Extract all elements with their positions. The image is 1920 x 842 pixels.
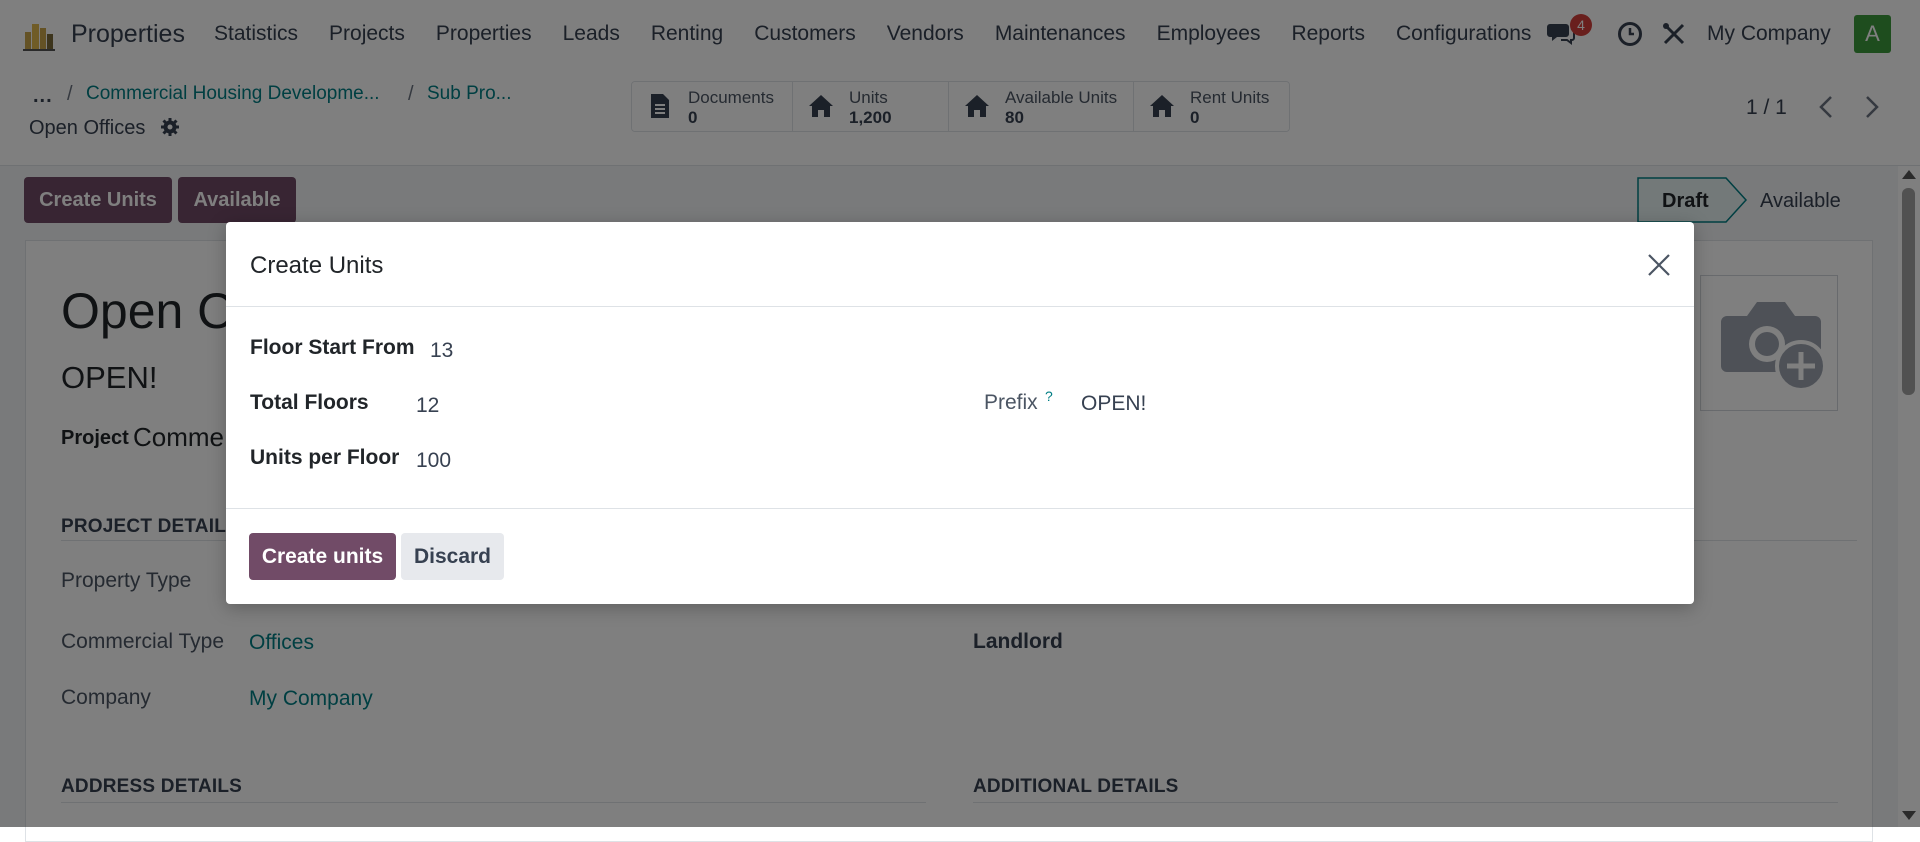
- units-per-floor-label: Units per Floor: [250, 446, 400, 469]
- prefix-help-tooltip[interactable]: ?: [1045, 388, 1053, 404]
- create-units-button[interactable]: Create units: [249, 533, 396, 580]
- dialog-title: Create Units: [250, 252, 384, 279]
- units-per-floor-input[interactable]: 100: [416, 449, 451, 473]
- floor-start-label: Floor Start From: [250, 336, 415, 359]
- prefix-input[interactable]: OPEN!: [1081, 392, 1146, 416]
- total-floors-label: Total Floors: [250, 391, 369, 414]
- create-units-dialog: Create Units Floor Start From 13 Total F…: [226, 222, 1694, 604]
- prefix-label: Prefix: [984, 391, 1038, 414]
- floor-start-input[interactable]: 13: [430, 339, 453, 363]
- dialog-header: Create Units: [226, 222, 1694, 307]
- total-floors-input[interactable]: 12: [416, 394, 439, 418]
- close-icon[interactable]: [1646, 252, 1672, 278]
- discard-button[interactable]: Discard: [401, 533, 504, 580]
